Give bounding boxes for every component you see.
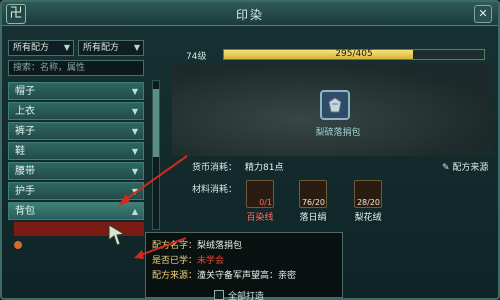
material-count: 76/20 (301, 198, 325, 207)
material-slot-2[interactable]: 76/20 (299, 180, 327, 208)
dropdown-arrow-icon: ▼ (133, 43, 140, 52)
tooltip-row: 配方来源：潼关守备军声望高：亲密 (152, 269, 336, 284)
close-icon: ✕ (478, 7, 488, 20)
material-name: 落日绢 (299, 213, 327, 223)
category-gloves[interactable]: 护手 ▼ (8, 182, 144, 200)
tooltip-value: 梨绒落捐包 (197, 241, 243, 251)
chevron-down-icon: ▼ (131, 107, 138, 116)
scroll-icon: ✎ (442, 163, 453, 173)
category-label: 背包 (15, 206, 35, 217)
category-label: 上衣 (15, 106, 35, 117)
experience-text: 295/405 (335, 49, 373, 59)
tooltip-key: 配方来源： (152, 271, 198, 281)
category-backpack[interactable]: 背包 ▲ (8, 202, 144, 220)
experience-bar: 295/405 (223, 49, 485, 60)
category-shoes[interactable]: 鞋 ▼ (8, 142, 144, 160)
category-label: 鞋 (15, 146, 25, 157)
titlebar[interactable]: 卍 印染 ✕ (2, 2, 498, 26)
recipe-source-link[interactable]: ✎ 配方来源 (442, 160, 488, 173)
tooltip-row: 是否已学：未学会 (152, 254, 336, 269)
category-list: 帽子 ▼ 上衣 ▼ 裤子 ▼ 鞋 ▼ 腰带 ▼ 护手 ▼ 背包 ▲ (8, 82, 144, 220)
dropdown-arrow-icon: ▼ (63, 43, 70, 52)
filter-label: 所有配方 (83, 43, 120, 53)
filter-dropdown-1[interactable]: 所有配方 ▼ (8, 40, 74, 56)
chevron-up-icon: ▲ (131, 207, 138, 216)
recipe-list-panel: 所有配方 ▼ 所有配方 ▼ 搜索：名称，属性 帽子 ▼ 上衣 ▼ 裤子 ▼ 鞋 ▼ 腰带… (8, 40, 166, 298)
craft-all-label: 全部打造 (228, 292, 265, 300)
category-scrollbar[interactable] (152, 80, 160, 230)
recipe-entry[interactable] (14, 274, 144, 288)
chevron-down-icon: ▼ (131, 127, 138, 136)
recipe-bullet-icon (14, 240, 22, 249)
material-name: 梨花绒 (354, 213, 382, 223)
chevron-down-icon: ▼ (131, 147, 138, 156)
level-label: 74级 (186, 52, 207, 62)
material-count: 28/20 (356, 198, 380, 207)
category-label: 护手 (15, 186, 35, 197)
category-label: 腰带 (15, 166, 35, 177)
tooltip-key: 配方名字： (152, 241, 198, 251)
tooltip-value: 潼关守备军声望高：亲密 (197, 271, 297, 281)
filter-row: 所有配方 ▼ 所有配方 ▼ (8, 40, 166, 56)
recipe-entry[interactable] (14, 256, 144, 270)
filter-dropdown-2[interactable]: 所有配方 ▼ (78, 40, 144, 56)
chevron-down-icon: ▼ (131, 167, 138, 176)
currency-cost-value: 精力81点 (245, 163, 284, 173)
crafting-window: 卍 印染 ✕ 所有配方 ▼ 所有配方 ▼ 搜索：名称，属性 帽子 ▼ 上衣 ▼ 裤子… (0, 0, 500, 300)
category-hat[interactable]: 帽子 ▼ (8, 82, 144, 100)
category-top[interactable]: 上衣 ▼ (8, 102, 144, 120)
material-count: 0/1 (259, 198, 272, 207)
material-name: 百染线 (246, 213, 274, 223)
tooltip-key: 是否已学： (152, 256, 198, 266)
recipe-source-label: 配方来源 (452, 163, 489, 173)
category-pants[interactable]: 裤子 ▼ (8, 122, 144, 140)
recipe-item-name: 梨硫落捐包 (315, 128, 361, 138)
recipe-item-icon[interactable] (320, 90, 350, 120)
tooltip-row: 配方名字：梨绒落捐包 (152, 239, 336, 254)
category-label: 裤子 (15, 126, 35, 137)
tooltip-value: 未学会 (197, 256, 225, 266)
cursor-icon (108, 224, 126, 246)
chevron-down-icon: ▼ (131, 87, 138, 96)
material-slot-3[interactable]: 28/20 (354, 180, 382, 208)
category-label: 帽子 (15, 86, 35, 97)
chevron-down-icon: ▼ (131, 187, 138, 196)
filter-label: 所有配方 (13, 43, 50, 53)
craft-all-checkbox[interactable] (214, 290, 224, 300)
category-belt[interactable]: 腰带 ▼ (8, 162, 144, 180)
scroll-thumb[interactable] (153, 89, 159, 157)
currency-cost-label: 货币消耗： (192, 163, 238, 173)
material-cost-label: 材料消耗： (192, 185, 238, 195)
material-slot-1[interactable]: 0/1 (246, 180, 274, 208)
search-input[interactable]: 搜索：名称，属性 (8, 60, 144, 76)
bag-icon (328, 97, 342, 113)
window-title: 印染 (235, 8, 264, 22)
close-button[interactable]: ✕ (474, 5, 492, 23)
